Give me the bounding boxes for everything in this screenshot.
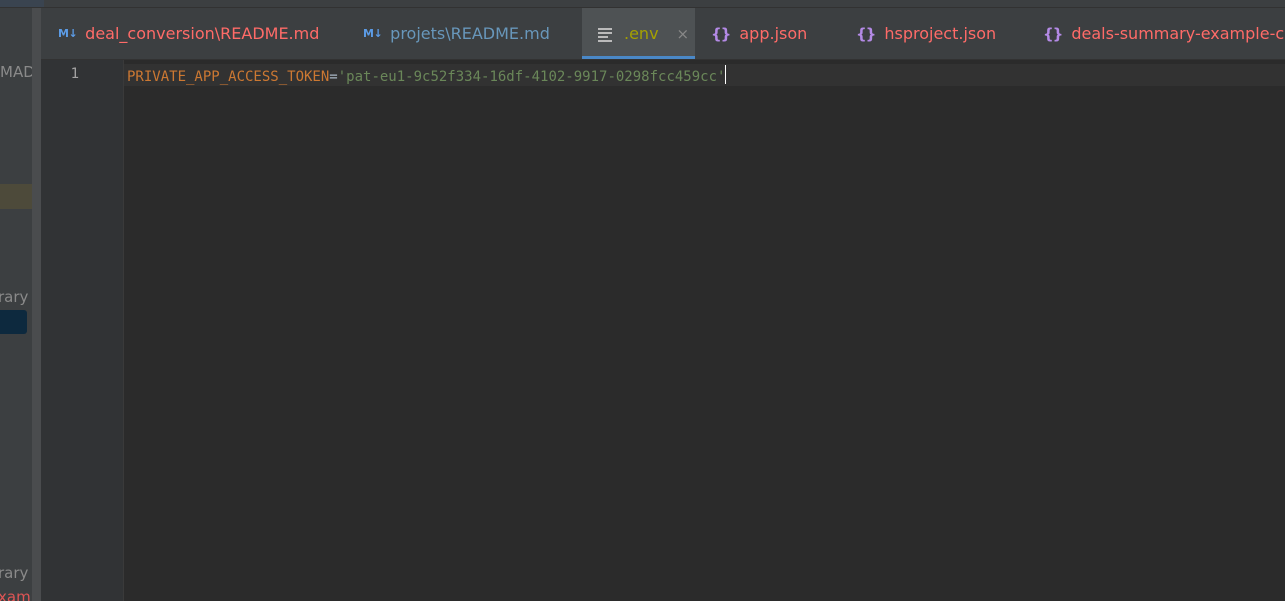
tab-deals-summary-example-card[interactable]: {} deals-summary-example-card bbox=[1043, 8, 1285, 59]
tab-hsproject-json[interactable]: {} hsproject.json bbox=[856, 8, 996, 59]
tab-projets-readme[interactable]: M↓ projets\README.md bbox=[363, 8, 550, 59]
env-key: PRIVATE_APP_ACCESS_TOKEN bbox=[127, 69, 330, 85]
tab-label: app.json bbox=[739, 24, 808, 43]
markdown-icon: M↓ bbox=[58, 27, 78, 40]
assign-operator: = bbox=[329, 69, 338, 85]
project-panel-scrollbar[interactable] bbox=[32, 8, 41, 601]
tab-app-json[interactable]: {} app.json bbox=[711, 8, 807, 59]
close-icon[interactable]: × bbox=[677, 25, 690, 43]
tab-label: hsproject.json bbox=[884, 24, 997, 43]
json-icon: {} bbox=[711, 24, 731, 43]
tab-label: .env bbox=[624, 24, 659, 43]
line-number: 1 bbox=[70, 66, 79, 82]
text-file-icon bbox=[598, 27, 614, 42]
tab-label: projets\README.md bbox=[390, 24, 550, 43]
json-icon: {} bbox=[856, 24, 876, 43]
project-panel-selected-row[interactable] bbox=[0, 310, 27, 334]
line-number-gutter: 1 bbox=[41, 60, 124, 601]
code-line[interactable]: PRIVATE_APP_ACCESS_TOKEN='pat-eu1-9c52f3… bbox=[127, 65, 727, 87]
window-top-strip bbox=[0, 0, 1285, 8]
editor-tab-bar: M↓ deal_conversion\README.md M↓ projets\… bbox=[41, 8, 1285, 60]
tab-label: deal_conversion\README.md bbox=[85, 24, 320, 43]
json-icon: {} bbox=[1043, 24, 1063, 43]
text-caret bbox=[725, 65, 727, 84]
tab-env[interactable]: .env × bbox=[582, 8, 695, 59]
env-value: 'pat-eu1-9c52f334-16df-4102-9917-0298fcc… bbox=[337, 69, 726, 85]
markdown-icon: M↓ bbox=[363, 27, 383, 40]
tab-deal-conversion-readme[interactable]: M↓ deal_conversion\README.md bbox=[58, 8, 319, 59]
tab-label: deals-summary-example-card bbox=[1071, 24, 1285, 43]
code-editor[interactable]: 1 PRIVATE_APP_ACCESS_TOKEN='pat-eu1-9c52… bbox=[41, 60, 1285, 601]
